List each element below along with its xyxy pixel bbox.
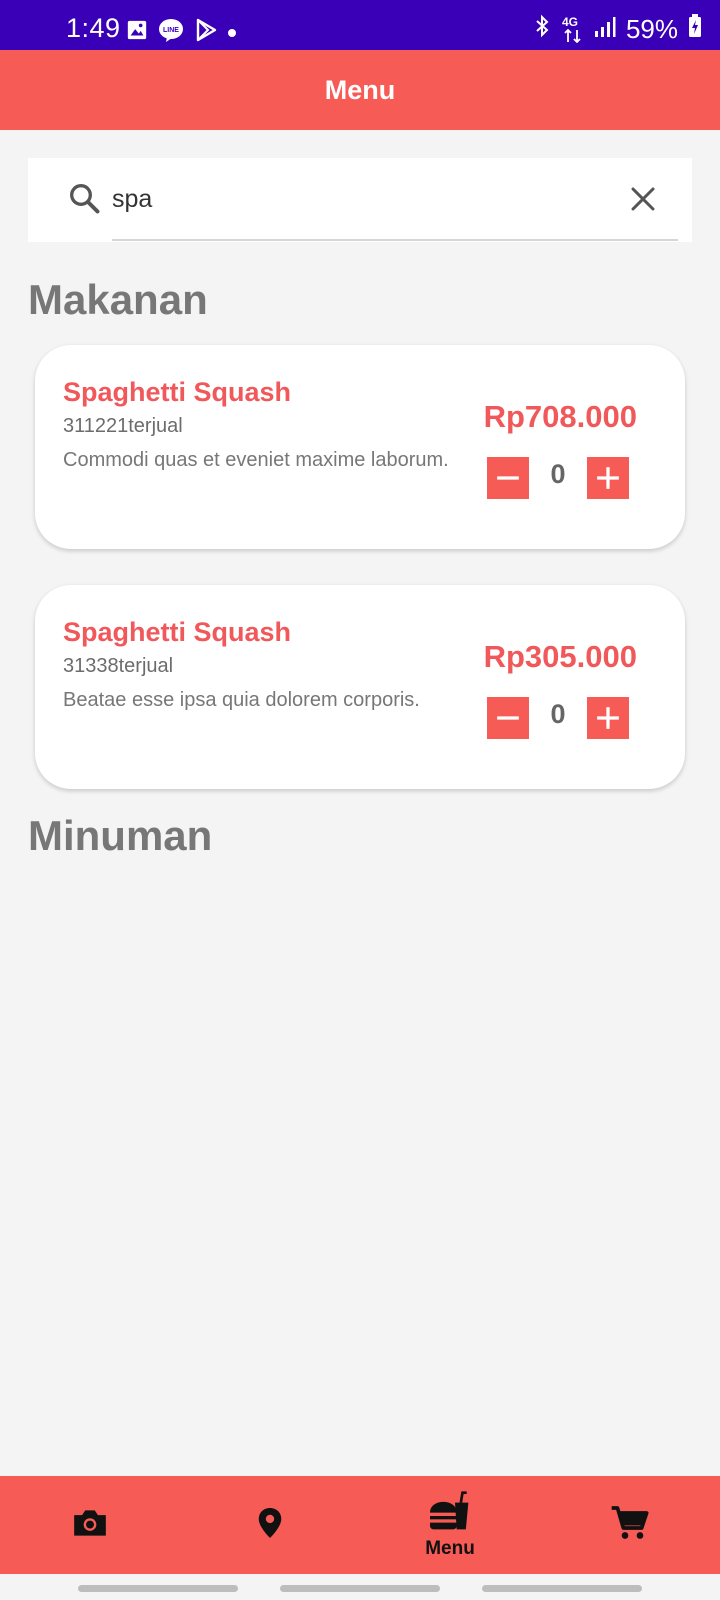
fastfood-icon: [428, 1490, 472, 1536]
item-quantity: 0: [550, 459, 566, 489]
gesture-pill-right: [482, 1585, 642, 1592]
item-sold-count: 311221terjual: [63, 415, 183, 437]
gesture-pill-center: [280, 1585, 440, 1592]
network-icon: 4G: [561, 14, 584, 43]
notification-icons: LINE: [126, 18, 236, 47]
minus-icon: [497, 716, 519, 720]
signal-icon: [594, 14, 616, 45]
item-sold-count: 31338terjual: [63, 655, 174, 677]
plus-icon: [597, 467, 619, 489]
bottom-navigation: Menu: [0, 1476, 720, 1574]
clear-search-icon[interactable]: [628, 184, 658, 219]
nav-item-location[interactable]: [180, 1476, 360, 1574]
section-title-makanan: Makanan: [28, 276, 208, 323]
item-quantity: 0: [550, 699, 566, 729]
app-bar: Menu: [0, 50, 720, 130]
system-gesture-bar: [0, 1574, 720, 1600]
increase-quantity-button[interactable]: [587, 697, 629, 739]
battery-charging-icon: [688, 14, 702, 45]
status-right: 4G 59%: [532, 14, 702, 45]
increase-quantity-button[interactable]: [587, 457, 629, 499]
network-label: 4G: [561, 14, 578, 29]
play-store-icon: [194, 18, 218, 47]
menu-item-card[interactable]: Spaghetti Squash 311221terjual Commodi q…: [35, 345, 685, 549]
cart-icon: [610, 1503, 650, 1548]
item-name: Spaghetti Squash: [63, 617, 292, 647]
decrease-quantity-button[interactable]: [487, 697, 529, 739]
page-title: Menu: [324, 74, 396, 105]
svg-text:LINE: LINE: [163, 27, 179, 34]
search-icon: [66, 180, 102, 221]
nav-item-camera[interactable]: [0, 1476, 180, 1574]
search-input[interactable]: [112, 174, 602, 224]
minus-icon: [497, 476, 519, 480]
more-notifications-dot: [228, 28, 236, 37]
line-app-icon: LINE: [158, 18, 184, 47]
nav-item-cart[interactable]: [540, 1476, 720, 1574]
decrease-quantity-button[interactable]: [487, 457, 529, 499]
battery-percentage: 59%: [625, 14, 678, 44]
menu-item-card[interactable]: Spaghetti Squash 31338terjual Beatae ess…: [35, 585, 685, 789]
gallery-icon: [126, 19, 148, 46]
item-description: Commodi quas et eveniet maxime laborum.: [63, 449, 449, 471]
search-underline: [112, 239, 678, 241]
nav-label-menu: Menu: [425, 1537, 475, 1559]
location-pin-icon: [252, 1504, 288, 1547]
search-bar: [28, 158, 692, 242]
item-description: Beatae esse ipsa quia dolorem corporis.: [63, 689, 420, 711]
gesture-pill-left: [78, 1585, 238, 1592]
status-bar: 1:49 LINE 4G 59%: [0, 0, 720, 50]
status-time: 1:49: [66, 13, 121, 43]
item-price: Rp305.000: [483, 639, 637, 674]
item-name: Spaghetti Squash: [63, 377, 292, 407]
plus-icon: [597, 707, 619, 729]
nav-item-menu[interactable]: Menu: [360, 1476, 540, 1574]
bluetooth-icon: [532, 14, 552, 45]
camera-icon: [71, 1504, 109, 1547]
section-title-minuman: Minuman: [28, 812, 213, 859]
item-price: Rp708.000: [483, 399, 637, 434]
